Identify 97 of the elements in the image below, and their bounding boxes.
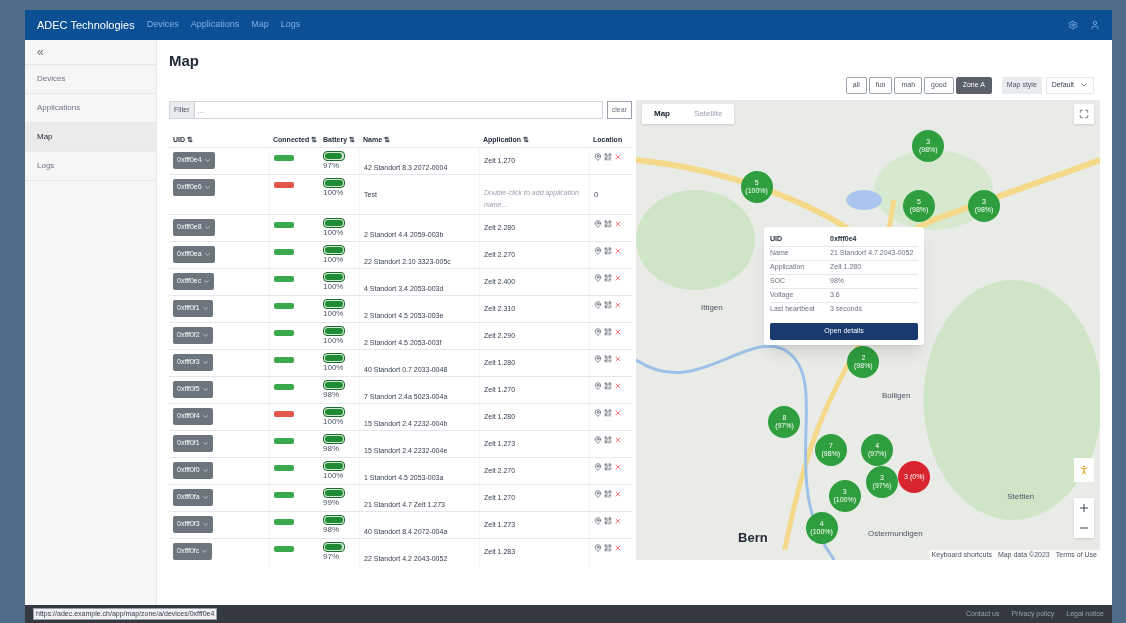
settings-icon[interactable]: [1068, 20, 1078, 30]
qr-code-icon[interactable]: [604, 274, 612, 282]
nav-link[interactable]: Devices: [146, 18, 179, 32]
delete-icon[interactable]: [614, 382, 622, 390]
caret-icon: [201, 521, 209, 528]
caret-icon: [201, 494, 209, 501]
battery-reading: 100%: [323, 188, 345, 198]
pin-icon[interactable]: [594, 517, 602, 525]
battery-reading: 100%: [323, 471, 345, 481]
page-title: Map: [169, 51, 200, 71]
battery-reading: 100%: [323, 309, 345, 319]
zoom-in-icon[interactable]: [1078, 502, 1090, 514]
place-label: Ittigen: [700, 302, 723, 315]
caret-icon: [201, 548, 209, 555]
caret-icon: [201, 413, 209, 420]
qr-code-icon[interactable]: [604, 544, 612, 552]
qr-code-icon[interactable]: [604, 382, 612, 390]
qr-code-icon[interactable]: [604, 355, 612, 363]
delete-icon[interactable]: [614, 463, 622, 471]
battery-reading: 97%: [323, 552, 340, 562]
qr-code-icon[interactable]: [604, 153, 612, 161]
brand-name: ADEC Technologies: [37, 17, 135, 33]
pin-icon[interactable]: [594, 490, 602, 498]
nav-link[interactable]: Map: [251, 18, 269, 32]
qr-code-icon[interactable]: [604, 463, 612, 471]
place-label: Stettlen: [1007, 490, 1035, 503]
sidebar-item[interactable]: Logs: [25, 152, 156, 181]
place-label: Bern: [738, 528, 768, 547]
delete-icon[interactable]: [614, 247, 622, 255]
caret-icon: [203, 224, 211, 231]
pin-icon[interactable]: [594, 409, 602, 417]
battery-reading: 97%: [323, 161, 340, 171]
pin-icon[interactable]: [594, 274, 602, 282]
pin-icon[interactable]: [594, 463, 602, 471]
qr-code-icon[interactable]: [604, 247, 612, 255]
user-icon[interactable]: [1090, 20, 1100, 30]
pin-icon[interactable]: [594, 153, 602, 161]
battery-reading: 99%: [323, 498, 340, 508]
pin-icon[interactable]: [594, 436, 602, 444]
delete-icon[interactable]: [614, 153, 622, 161]
battery-reading: 100%: [323, 417, 345, 427]
nav-link[interactable]: Applications: [190, 18, 240, 32]
street-view-icon[interactable]: [1078, 464, 1090, 476]
battery-reading: 100%: [323, 363, 345, 373]
delete-icon[interactable]: [614, 490, 622, 498]
delete-icon[interactable]: [614, 436, 622, 444]
qr-code-icon[interactable]: [604, 409, 612, 417]
delete-icon[interactable]: [614, 355, 622, 363]
qr-code-icon[interactable]: [604, 220, 612, 228]
qr-code-icon[interactable]: [604, 301, 612, 309]
delete-icon[interactable]: [614, 517, 622, 525]
delete-icon[interactable]: [614, 220, 622, 228]
caret-icon: [1080, 81, 1088, 89]
battery-reading: 100%: [323, 282, 345, 292]
caret-icon: [201, 305, 209, 312]
pin-icon[interactable]: [594, 301, 602, 309]
delete-icon[interactable]: [614, 274, 622, 282]
caret-icon: [201, 359, 209, 366]
delete-icon[interactable]: [614, 301, 622, 309]
location-value: 0: [594, 190, 599, 199]
caret-icon: [203, 278, 211, 285]
battery-reading: 100%: [323, 228, 345, 238]
qr-code-icon[interactable]: [604, 436, 612, 444]
sidebar-item[interactable]: Map: [25, 123, 156, 152]
place-label: Ostermundigen: [868, 527, 923, 540]
pin-icon[interactable]: [594, 247, 602, 255]
delete-icon[interactable]: [614, 409, 622, 417]
filter-field[interactable]: ...: [194, 101, 603, 119]
place-label: Bolligen: [881, 389, 911, 402]
battery-reading: 98%: [323, 444, 340, 454]
pin-icon[interactable]: [594, 544, 602, 552]
map-type-tab[interactable]: Map: [642, 104, 682, 124]
pin-icon[interactable]: [594, 382, 602, 390]
delete-icon[interactable]: [614, 328, 622, 336]
qr-code-icon[interactable]: [604, 490, 612, 498]
nav-link[interactable]: Logs: [280, 18, 301, 32]
battery-reading: 98%: [323, 525, 340, 535]
pin-icon[interactable]: [594, 355, 602, 363]
pin-icon[interactable]: [594, 328, 602, 336]
qr-code-icon[interactable]: [604, 328, 612, 336]
caret-icon: [203, 184, 211, 191]
battery-reading: 100%: [323, 336, 345, 346]
fullscreen-icon[interactable]: [1079, 109, 1089, 119]
caret-icon: [201, 440, 209, 447]
pin-icon[interactable]: [594, 220, 602, 228]
caret-icon: [201, 386, 209, 393]
caret-icon: [203, 157, 211, 164]
caret-icon: [201, 332, 209, 339]
sidebar-item[interactable]: Devices: [25, 65, 156, 94]
battery-reading: 100%: [323, 255, 345, 265]
delete-icon[interactable]: [614, 544, 622, 552]
map-type-tab[interactable]: Satellite: [682, 104, 735, 124]
battery-reading: 98%: [323, 390, 340, 400]
collapse-button[interactable]: «: [25, 40, 156, 65]
qr-code-icon[interactable]: [604, 517, 612, 525]
caret-icon: [203, 251, 211, 258]
caret-icon: [201, 467, 209, 474]
